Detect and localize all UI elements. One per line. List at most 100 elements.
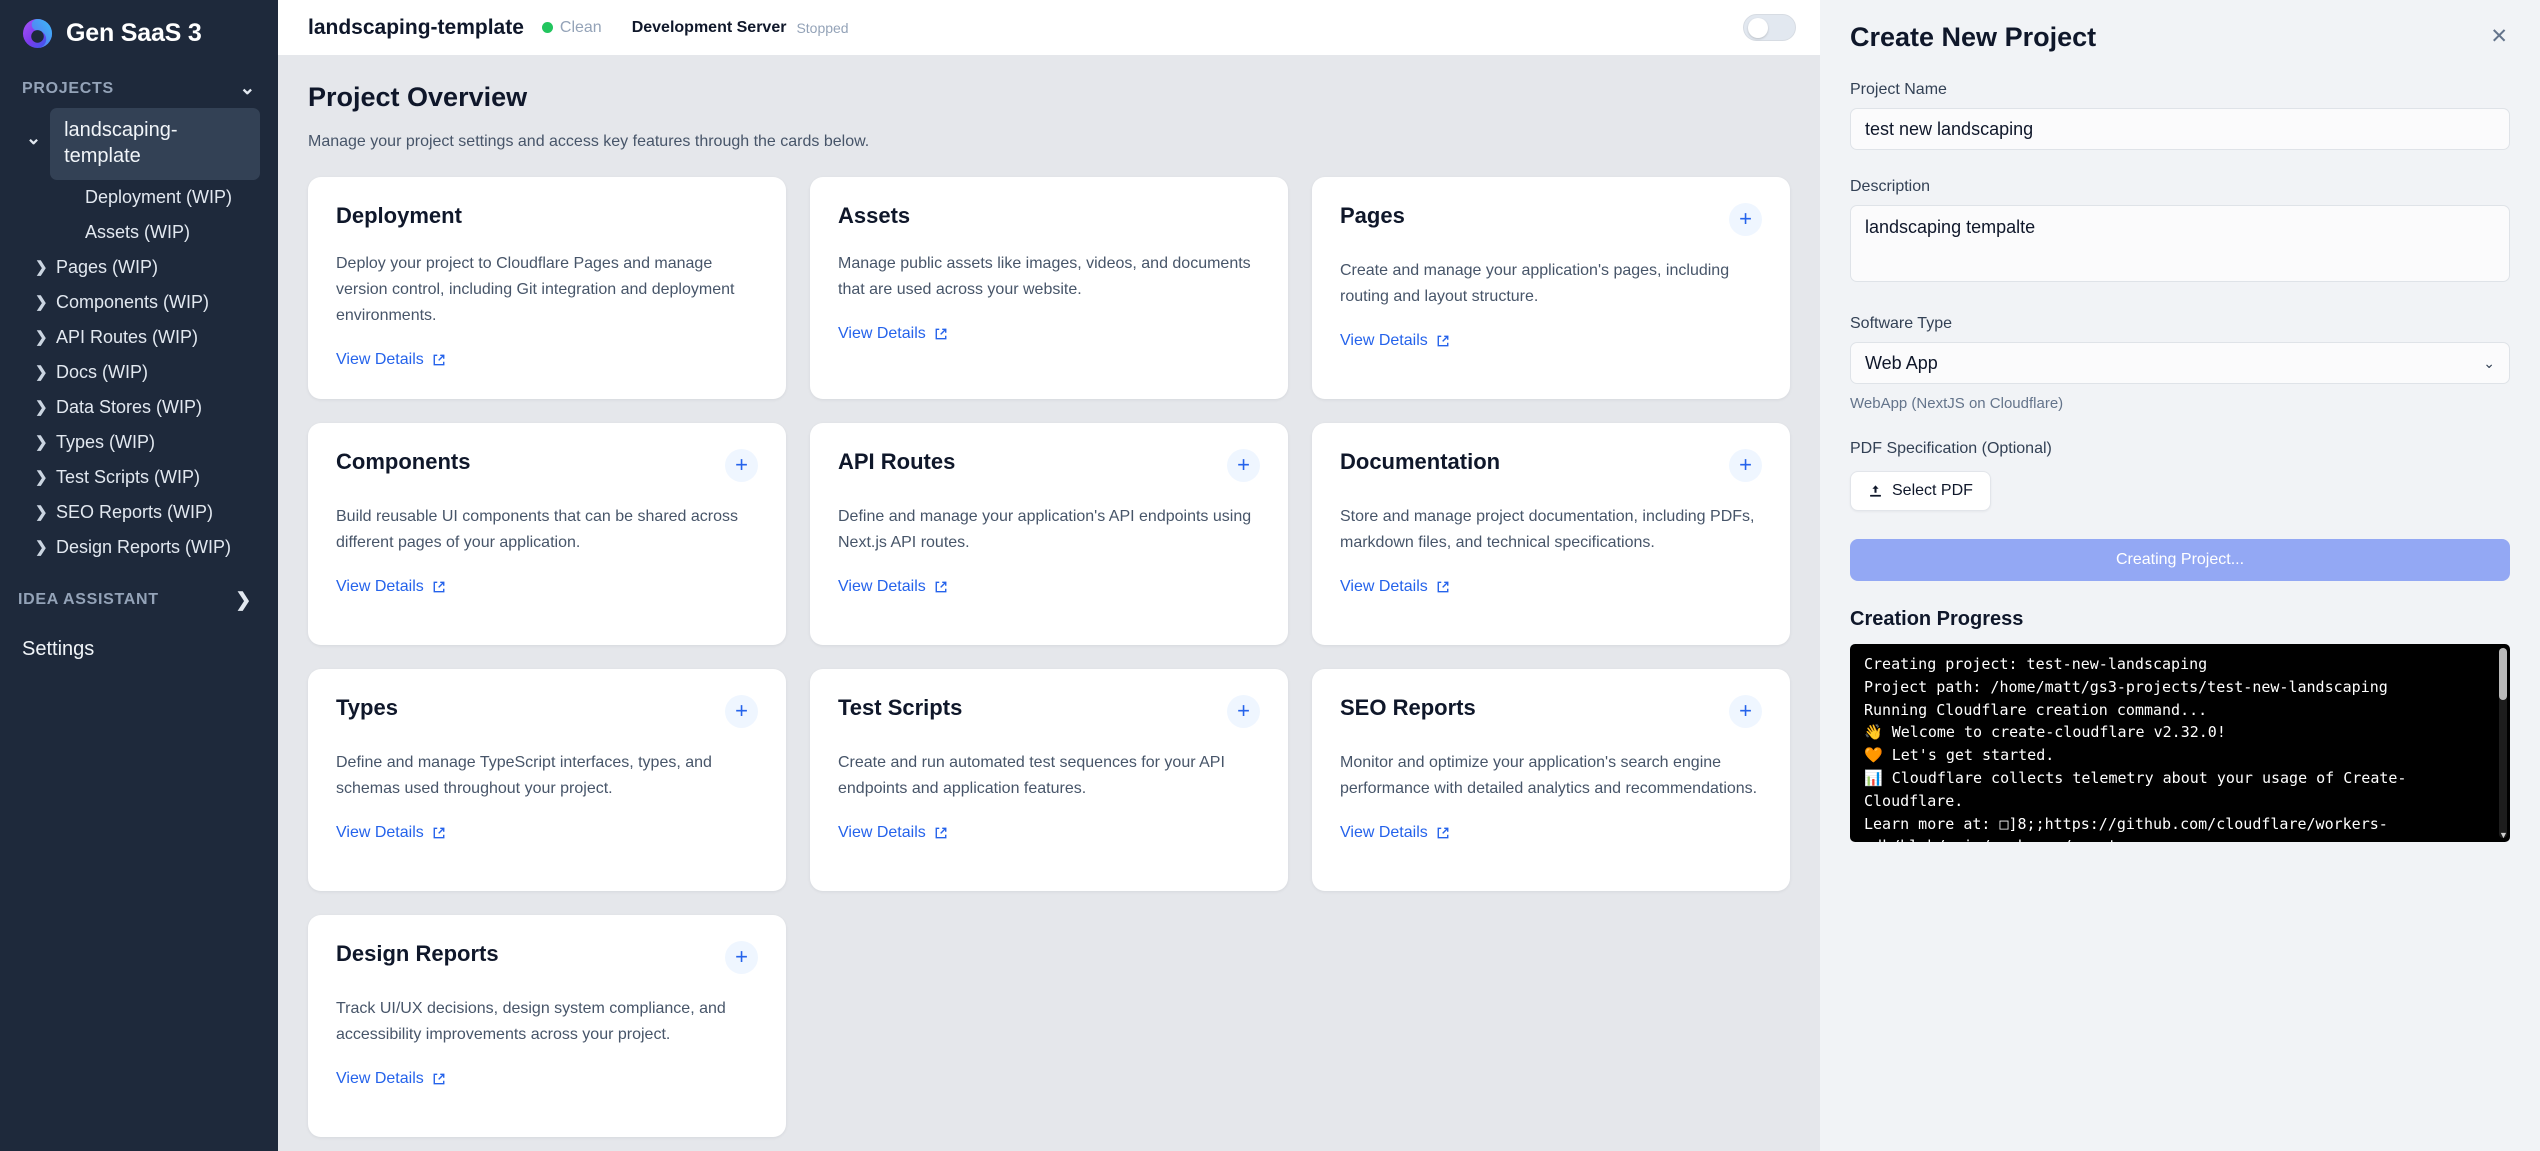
chevron-right-icon: ❯ [35, 399, 48, 417]
sidebar-item-types-wip[interactable]: ❯ Types (WIP) [0, 425, 278, 460]
add-item-plus-icon[interactable]: + [725, 449, 758, 482]
sidebar-item-seo-reports-wip[interactable]: ❯ SEO Reports (WIP) [0, 495, 278, 530]
external-link-icon [934, 580, 948, 594]
software-type-label: Software Type [1850, 315, 1952, 332]
view-details-link[interactable]: View Details [336, 578, 446, 596]
feature-card: Components + Build reusable UI components … [308, 423, 786, 645]
sidebar-item-label: Types (WIP) [56, 431, 156, 452]
sidebar-item-label: Docs (WIP) [56, 361, 148, 382]
scroll-down-arrow-icon[interactable]: ▼ [2499, 831, 2508, 840]
sidebar-item-test-scripts-wip[interactable]: ❯ Test Scripts (WIP) [0, 460, 278, 495]
overview-title: Project Overview [308, 82, 528, 112]
card-title: Pages [1340, 203, 1405, 228]
add-item-plus-icon[interactable]: + [1729, 449, 1762, 482]
software-type-value: Web App [1865, 352, 1938, 373]
software-type-select[interactable]: Web App ⌄ [1850, 342, 2510, 384]
view-details-label: View Details [1340, 823, 1428, 841]
select-pdf-button[interactable]: Select PDF [1850, 471, 1991, 511]
create-project-submit-button: Creating Project... [1850, 539, 2510, 581]
sidebar-item-components-wip[interactable]: ❯ Components (WIP) [0, 285, 278, 320]
add-item-plus-icon[interactable]: + [1227, 449, 1260, 482]
sidebar-item-assets-wip[interactable]: Assets (WIP) [0, 215, 278, 250]
external-link-icon [1436, 334, 1450, 348]
card-header: Assets [838, 203, 1260, 229]
view-details-link[interactable]: View Details [1340, 578, 1450, 596]
feature-card: Pages + Create and manage your application… [1312, 177, 1790, 399]
card-description: Track UI/UX decisions, design system com… [336, 1000, 726, 1043]
cards-scroll-area[interactable]: Deployment Deploy your project to Cloudfl… [278, 163, 1820, 1151]
chevron-right-icon: ❯ [35, 469, 48, 487]
sidebar-item-deployment-wip[interactable]: Deployment (WIP) [0, 180, 278, 215]
select-pdf-label: Select PDF [1892, 482, 1973, 499]
sidebar-item-docs-wip[interactable]: ❯ Docs (WIP) [0, 355, 278, 390]
external-link-icon [934, 327, 948, 341]
chevron-right-icon: ❯ [35, 434, 48, 452]
external-link-icon [432, 353, 446, 367]
sidebar-item-settings[interactable]: Settings [0, 624, 278, 675]
sidebar-item-landscaping-template[interactable]: landscaping-template [50, 108, 260, 180]
chevron-down-icon[interactable]: ⌄ [26, 108, 41, 147]
chevron-right-icon: ❯ [35, 539, 48, 557]
view-details-link[interactable]: View Details [838, 578, 948, 596]
chevron-right-icon: ❯ [235, 589, 252, 611]
close-icon[interactable]: ✕ [2488, 22, 2510, 51]
view-details-link[interactable]: View Details [1340, 332, 1450, 350]
dev-server-label: Development Server [631, 18, 787, 36]
description-textarea[interactable]: landscaping tempalte [1850, 205, 2510, 282]
card-header: Components + [336, 449, 758, 482]
card-title: Documentation [1340, 449, 1501, 474]
chevron-right-icon: ❯ [35, 294, 48, 312]
chevron-down-icon: ⌄ [239, 78, 256, 99]
terminal-scrollbar[interactable] [2499, 648, 2507, 838]
creation-progress-terminal[interactable]: Creating project: test-new-landscaping P… [1850, 644, 2510, 842]
terminal-scrollbar-thumb[interactable] [2499, 648, 2507, 700]
sidebar-item-label: SEO Reports (WIP) [56, 501, 214, 522]
card-title: Assets [838, 203, 911, 228]
sidebar-item-label: Deployment (WIP) [85, 186, 233, 207]
sidebar-item-design-reports-wip[interactable]: ❯ Design Reports (WIP) [0, 530, 278, 565]
project-name-input[interactable] [1850, 108, 2510, 150]
software-type-hint: WebApp (NextJS on Cloudflare) [1850, 395, 2064, 412]
git-status-label: Clean [559, 18, 602, 36]
toggle-knob [1748, 18, 1768, 38]
sidebar-item-label: Components (WIP) [56, 291, 210, 312]
terminal-output: Creating project: test-new-landscaping P… [1864, 655, 2407, 842]
card-description: Store and manage project documentation, … [1340, 508, 1755, 551]
brand: Gen SaaS 3 [0, 0, 278, 67]
external-link-icon [432, 826, 446, 840]
idea-assistant-section-header[interactable]: IDEA ASSISTANT ❯ [0, 573, 278, 624]
view-details-label: View Details [336, 823, 424, 841]
add-item-plus-icon[interactable]: + [1729, 695, 1762, 728]
add-item-plus-icon[interactable]: + [1227, 695, 1260, 728]
card-title: SEO Reports [1340, 695, 1476, 720]
feature-card: API Routes + Define and manage your applic… [810, 423, 1288, 645]
view-details-link[interactable]: View Details [838, 824, 948, 842]
creation-progress-label: Creation Progress [1850, 608, 2024, 630]
card-description: Monitor and optimize your application's … [1340, 754, 1758, 797]
sidebar-item-api-routes-wip[interactable]: ❯ API Routes (WIP) [0, 320, 278, 355]
card-description: Create and run automated test sequences … [838, 754, 1225, 797]
view-details-label: View Details [336, 1069, 424, 1087]
view-details-label: View Details [336, 350, 424, 368]
view-details-label: View Details [336, 577, 424, 595]
sidebar-nav: Deployment (WIP) Assets (WIP) ❯ Pages (WIP)… [0, 180, 278, 565]
view-details-link[interactable]: View Details [1340, 824, 1450, 842]
view-details-link[interactable]: View Details [838, 325, 948, 343]
view-details-link[interactable]: View Details [336, 1070, 446, 1088]
card-header: Deployment [336, 203, 758, 229]
sidebar-item-data-stores-wip[interactable]: ❯ Data Stores (WIP) [0, 390, 278, 425]
feature-card: SEO Reports + Monitor and optimize your ap… [1312, 669, 1790, 891]
projects-section-header[interactable]: PROJECTS ⌄ [0, 67, 278, 108]
dev-server-toggle[interactable] [1743, 14, 1796, 41]
add-item-plus-icon[interactable]: + [725, 695, 758, 728]
create-project-panel: Create New Project ✕ Project Name Descri… [1820, 0, 2540, 1151]
view-details-link[interactable]: View Details [336, 351, 446, 369]
chevron-right-icon: ❯ [35, 329, 48, 347]
sidebar-item-pages-wip[interactable]: ❯ Pages (WIP) [0, 250, 278, 285]
view-details-label: View Details [838, 577, 926, 595]
card-header: Test Scripts + [838, 695, 1260, 728]
add-item-plus-icon[interactable]: + [1729, 203, 1762, 236]
chevron-right-icon: ❯ [35, 259, 48, 277]
add-item-plus-icon[interactable]: + [725, 941, 758, 974]
view-details-link[interactable]: View Details [336, 824, 446, 842]
